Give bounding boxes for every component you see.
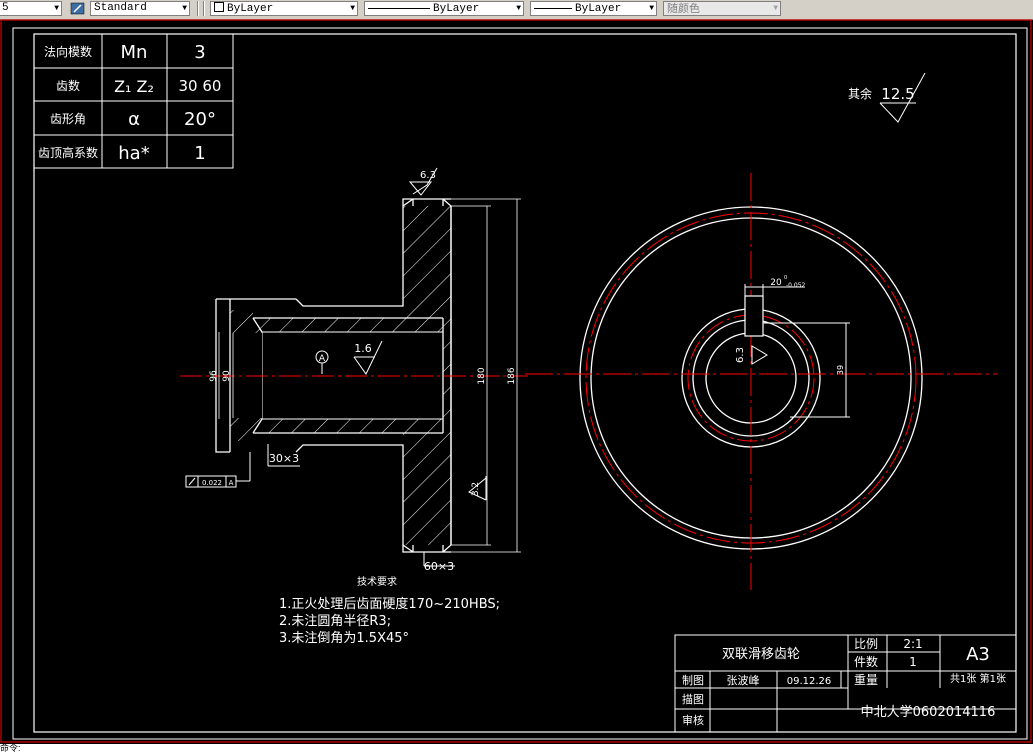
linetype-sample-icon [368, 2, 430, 9]
text-style-icon[interactable] [70, 1, 86, 16]
chevron-down-icon: ▼ [54, 4, 59, 13]
traced-label: 描图 [682, 692, 704, 706]
plot-style-value: 随颜色 [667, 2, 700, 15]
section-view: 186 180 96 90 6.3 1.6 A 3.2 30×3 60×3 0.… [180, 167, 528, 573]
color-swatch-icon [214, 2, 224, 12]
dim-180: 180 [477, 367, 487, 384]
toolbar-separator [197, 1, 199, 16]
param-symbol: Mn [121, 42, 148, 63]
text-style-combo[interactable]: Standard ▼ [90, 1, 190, 16]
param-symbol: α [128, 109, 140, 130]
sheet-size: A3 [966, 644, 990, 665]
tech-req-item: 2.未注圆角半径R3; [279, 614, 391, 629]
keyway-width: 20 [770, 278, 782, 288]
param-symbol: Z₁ Z₂ [114, 77, 154, 96]
datum-label: A [319, 354, 326, 364]
tolerance-datum: A [229, 479, 234, 487]
text-style-value: Standard [94, 2, 147, 14]
chevron-down-icon: ▼ [182, 4, 187, 13]
param-value: 3 [194, 42, 205, 63]
chevron-down-icon: ▼ [350, 4, 355, 13]
drawn-label: 制图 [682, 674, 704, 687]
drawing-canvas[interactable]: 法向模数 Mn 3 齿数 Z₁ Z₂ 30 60 齿形角 α 20° 齿顶高系数… [0, 19, 1033, 744]
dim-90: 90 [222, 370, 232, 382]
tech-req-item: 3.未注倒角为1.5X45° [279, 631, 409, 646]
param-value: 20° [184, 109, 216, 130]
param-value: 1 [194, 143, 205, 164]
dim-186: 186 [507, 367, 517, 384]
param-label: 齿数 [56, 78, 80, 93]
roughness-face: 3.2 [471, 482, 481, 496]
properties-toolbar: 5 ▼ Standard ▼ ByLayer ▼ ByLayer ▼ ByLayer ▼ … [0, 0, 1033, 20]
part-name: 双联滑移齿轮 [722, 647, 800, 662]
toolbar-separator [203, 1, 205, 16]
layer-color-combo[interactable]: ByLayer ▼ [210, 1, 358, 16]
technical-requirements: 技术要求 1.正火处理后齿面硬度170~210HBS; 2.未注圆角半径R3; … [279, 575, 500, 646]
drawn-date: 09.12.26 [787, 676, 832, 687]
title-block-text: 双联滑移齿轮 比例 2:1 件数 1 重量 A3 共1张 第1张 制图 张波峰 … [682, 637, 1006, 727]
param-label: 法向模数 [44, 44, 92, 59]
checked-label: 审核 [682, 713, 704, 727]
scale-label: 比例 [854, 637, 878, 651]
param-value: 30 60 [179, 77, 222, 95]
sheet-info: 共1张 第1张 [950, 672, 1006, 685]
linetype-combo[interactable]: ByLayer ▼ [364, 1, 524, 16]
gear-parameters-text: 法向模数 Mn 3 齿数 Z₁ Z₂ 30 60 齿形角 α 20° 齿顶高系数… [38, 42, 221, 164]
keyway-roughness: 6.3 [735, 347, 746, 363]
linetype-value: ByLayer [433, 3, 480, 15]
roughness-note-label: 其余 [848, 86, 872, 101]
chamfer-left: 30×3 [269, 452, 299, 465]
chamfer-bottom: 60×3 [424, 560, 454, 573]
tolerance-value: 0.022 [202, 479, 222, 487]
param-symbol: ha* [118, 143, 149, 164]
lineweight-value: ByLayer [575, 3, 622, 15]
layer-color-value: ByLayer [227, 3, 274, 15]
chevron-down-icon: ▼ [649, 4, 654, 13]
keyway-tol-lower: -0.052 [786, 282, 806, 289]
front-view: 20 0 -0.052 39 6.3 [525, 173, 997, 590]
param-label: 齿顶高系数 [38, 145, 98, 160]
command-line[interactable]: 命令: [0, 744, 1033, 753]
organization: 中北大学0602014116 [861, 704, 996, 720]
roughness-bore: 1.6 [354, 342, 372, 355]
weight-label: 重量 [854, 673, 878, 687]
command-prompt: 命令: [0, 744, 21, 753]
lineweight-combo[interactable]: ByLayer ▼ [530, 1, 657, 16]
tech-req-item: 1.正火处理后齿面硬度170~210HBS; [279, 596, 500, 612]
inner-frame [33, 33, 1017, 733]
dim-style-combo[interactable]: 5 ▼ [0, 1, 62, 16]
keyway-tol-upper: 0 [784, 275, 787, 281]
chevron-down-icon: ▼ [516, 4, 521, 13]
param-label: 齿形角 [50, 112, 86, 126]
qty-value: 1 [909, 655, 917, 669]
chevron-down-icon: ▼ [773, 4, 778, 13]
roughness-note-value: 12.5 [881, 85, 914, 103]
general-roughness-note: 其余 12.5 [848, 72, 926, 123]
tech-req-title: 技术要求 [357, 575, 397, 588]
keyway-depth: 39 [836, 365, 845, 375]
qty-label: 件数 [854, 654, 878, 669]
roughness-top: 6.3 [420, 170, 436, 181]
plot-style-combo[interactable]: 随颜色 ▼ [663, 1, 781, 16]
scale-value: 2:1 [903, 637, 922, 651]
dim-96: 96 [209, 370, 219, 382]
dim-style-value: 5 [2, 2, 9, 14]
lineweight-sample-icon [534, 2, 572, 9]
drawn-name: 张波峰 [727, 674, 760, 687]
